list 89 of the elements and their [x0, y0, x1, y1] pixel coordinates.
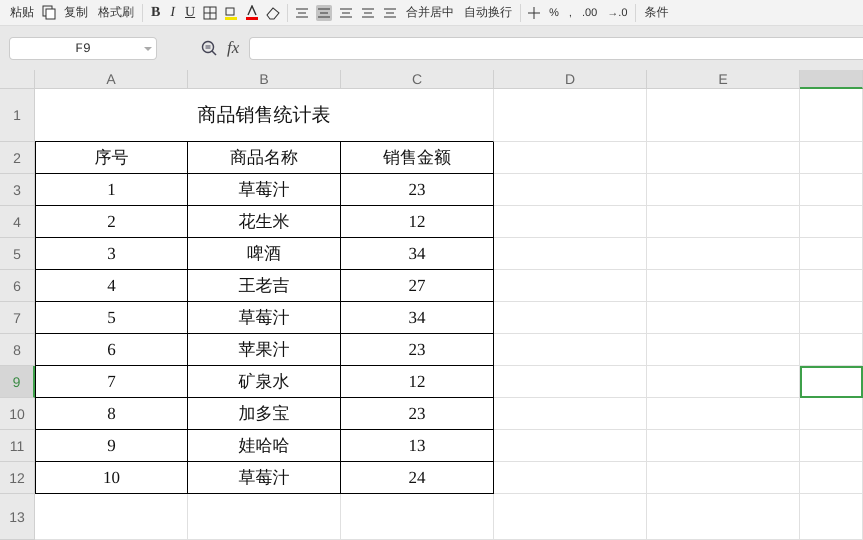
table-cell: 34 — [341, 238, 494, 270]
zoom-icon[interactable] — [201, 40, 217, 56]
column-header[interactable]: B — [188, 70, 341, 89]
table-cell: 娃哈哈 — [188, 430, 341, 462]
table-cell: 草莓汁 — [188, 302, 341, 334]
table-cell: 8 — [35, 398, 188, 430]
table-cell: 加多宝 — [188, 398, 341, 430]
borders-icon[interactable] — [203, 4, 218, 20]
conditional-format-button[interactable]: 条件 — [642, 4, 670, 21]
underline-button[interactable]: U — [183, 4, 198, 20]
row-header[interactable]: 10 — [0, 398, 35, 430]
merge-center-button[interactable]: 合并居中 — [404, 4, 456, 21]
number-format-button[interactable]: →.0 — [605, 6, 630, 18]
font-color-icon[interactable] — [245, 4, 260, 20]
column-heading: 序号 — [35, 142, 188, 174]
column-heading: 商品名称 — [188, 142, 341, 174]
table-cell: 9 — [35, 430, 188, 462]
table-cell: 34 — [341, 302, 494, 334]
row-header[interactable]: 12 — [0, 462, 35, 494]
copy-icon[interactable] — [42, 4, 56, 20]
table-cell: 23 — [341, 174, 494, 206]
row-header[interactable]: 9 — [0, 366, 35, 398]
empty-cell — [800, 174, 863, 206]
table-cell: 啤酒 — [188, 238, 341, 270]
row-header[interactable]: 6 — [0, 270, 35, 302]
table-cell: 6 — [35, 334, 188, 366]
column-header[interactable]: D — [494, 70, 647, 89]
table-cell: 草莓汁 — [188, 174, 341, 206]
empty-cell — [800, 270, 863, 302]
row-header[interactable]: 1 — [0, 89, 35, 142]
table-cell: 7 — [35, 366, 188, 398]
wrap-text-button[interactable]: 自动换行 — [462, 4, 514, 21]
row-header[interactable]: 2 — [0, 142, 35, 174]
column-header[interactable]: E — [647, 70, 800, 89]
table-cell: 24 — [341, 462, 494, 494]
table-cell: 27 — [341, 270, 494, 302]
table-cell: 矿泉水 — [188, 366, 341, 398]
table-cell: 王老吉 — [188, 270, 341, 302]
empty-cell — [800, 334, 863, 366]
italic-button[interactable]: I — [168, 4, 178, 20]
plus-icon[interactable] — [527, 4, 542, 20]
table-cell: 12 — [341, 206, 494, 238]
table-cell: 3 — [35, 238, 188, 270]
row-header[interactable]: 5 — [0, 238, 35, 270]
empty-cell — [800, 142, 863, 174]
bold-button[interactable]: B — [149, 4, 162, 20]
table-cell: 23 — [341, 398, 494, 430]
copy-button[interactable]: 复制 — [62, 4, 90, 21]
column-header[interactable]: C — [341, 70, 494, 89]
name-box[interactable]: F9 — [9, 36, 157, 60]
table-cell: 4 — [35, 270, 188, 302]
table-cell: 10 — [35, 462, 188, 494]
number-format-button[interactable]: .00 — [580, 6, 600, 18]
empty-cell — [800, 238, 863, 270]
table-cell: 23 — [341, 334, 494, 366]
row-header[interactable]: 7 — [0, 302, 35, 334]
row-header[interactable]: 8 — [0, 334, 35, 366]
column-heading: 销售金额 — [341, 142, 494, 174]
row-header[interactable]: 13 — [0, 494, 35, 540]
align-icon[interactable] — [316, 4, 332, 20]
table-cell: 13 — [341, 430, 494, 462]
table-cell: 苹果汁 — [188, 334, 341, 366]
active-cell[interactable] — [800, 366, 863, 398]
row-header[interactable]: 3 — [0, 174, 35, 206]
table-cell: 2 — [35, 206, 188, 238]
number-format-button[interactable]: % — [547, 6, 561, 18]
empty-cell — [800, 494, 863, 540]
formula-input[interactable] — [249, 36, 863, 60]
empty-cell — [800, 398, 863, 430]
row-header[interactable]: 4 — [0, 206, 35, 238]
eraser-icon[interactable] — [265, 4, 282, 20]
table-cell: 花生米 — [188, 206, 341, 238]
empty-cell — [800, 206, 863, 238]
empty-cell — [800, 430, 863, 462]
table-title: 商品销售统计表 — [35, 89, 494, 142]
row-header[interactable]: 11 — [0, 430, 35, 462]
number-format-button[interactable]: , — [566, 6, 574, 18]
table-cell: 5 — [35, 302, 188, 334]
fill-color-icon[interactable] — [223, 4, 240, 20]
empty-cell — [800, 302, 863, 334]
function-label[interactable]: fx — [227, 38, 240, 58]
table-cell: 12 — [341, 366, 494, 398]
empty-cell — [800, 462, 863, 494]
table-cell: 草莓汁 — [188, 462, 341, 494]
paste-button[interactable]: 粘贴 — [8, 4, 36, 21]
format-painter-button[interactable]: 格式刷 — [96, 4, 136, 21]
empty-cell — [800, 89, 863, 142]
column-header[interactable]: A — [35, 70, 188, 89]
table-cell: 1 — [35, 174, 188, 206]
